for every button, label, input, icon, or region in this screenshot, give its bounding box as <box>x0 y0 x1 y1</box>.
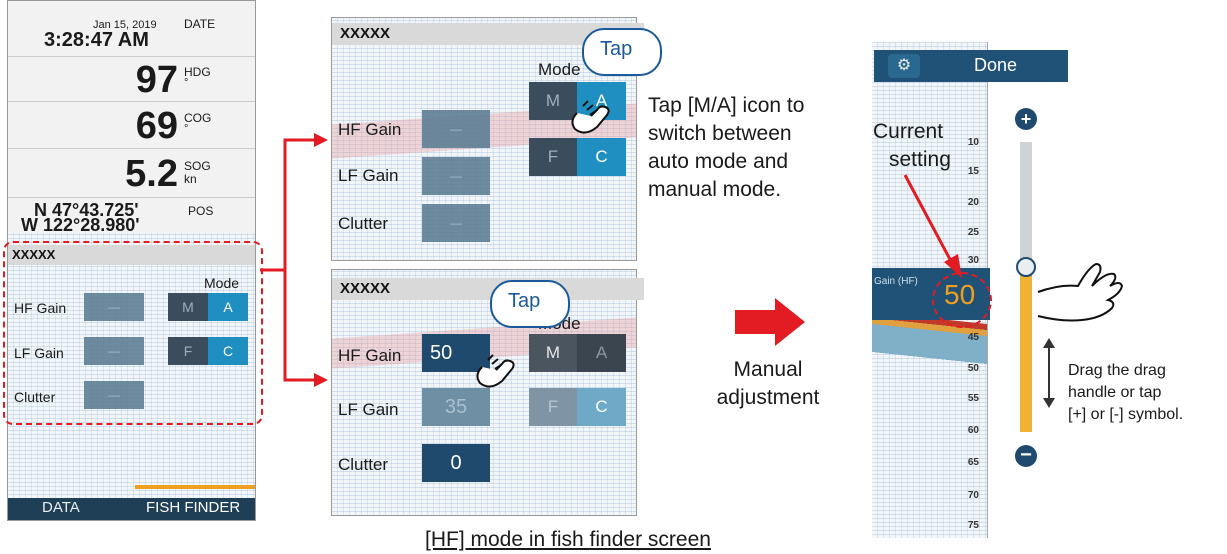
value-highlight-circle <box>932 272 992 328</box>
fixed-option: F <box>529 388 577 426</box>
popup-header: XXXXX <box>332 278 644 300</box>
hf-gain-label: HF Gain <box>338 120 402 139</box>
empty-value: — <box>450 216 462 230</box>
red-arrow-right <box>735 298 805 346</box>
manual-adjustment-label: Manual adjustment <box>693 356 843 412</box>
clutter-box[interactable]: — <box>422 204 490 242</box>
finger-icon <box>476 354 515 388</box>
fixed-option: F <box>529 138 577 176</box>
drag-instruction: Drag the drag handle or tap [+] or [-] s… <box>1068 360 1183 426</box>
label-line: Current <box>873 120 944 143</box>
custom-option: C <box>577 388 626 426</box>
sog-label: SOG <box>184 159 211 173</box>
tab-fish-finder[interactable]: FISH FINDER <box>146 499 240 516</box>
tab-data[interactable]: DATA <box>42 499 80 516</box>
bottom-panel: XXXXX Mode HF Gain 50 M A LF Gain 35 F C… <box>331 269 644 516</box>
pos-label: POS <box>188 204 214 218</box>
divider <box>8 56 255 57</box>
hdg-value: 97 <box>135 59 178 101</box>
instruction-line: manual mode. <box>648 178 782 201</box>
depth-tick: 55 <box>967 393 979 404</box>
tap-text: Tap <box>600 38 633 60</box>
depth-tick: 50 <box>967 363 979 374</box>
lf-gain-box[interactable]: — <box>422 157 490 195</box>
double-arrow <box>1043 338 1055 408</box>
instruction-line: Drag the drag <box>1068 362 1166 379</box>
depth-tick: 10 <box>967 137 979 148</box>
mode-label: Mode <box>538 60 581 79</box>
clutter-box[interactable]: 0 <box>422 444 490 482</box>
empty-value: — <box>450 169 462 183</box>
top-panel: XXXXX Mode HF Gain — M A LF Gain — F C C… <box>331 17 662 261</box>
auto-option: A <box>577 334 626 372</box>
drag-hand-icon <box>1037 262 1124 322</box>
sog-unit: kn <box>184 172 197 186</box>
date-label: DATE <box>184 17 216 31</box>
manual-option: M <box>529 334 577 372</box>
divider <box>8 148 255 149</box>
done-button[interactable]: Done <box>974 55 1017 76</box>
depth-tick: 70 <box>967 490 979 501</box>
red-pointer-arrow <box>903 174 962 278</box>
label-line: Manual <box>733 358 803 381</box>
degree-symbol: ° <box>184 123 189 135</box>
degree-symbol: ° <box>184 77 189 89</box>
hf-mode-toggle[interactable]: M A <box>529 334 626 372</box>
depth-tick: 45 <box>967 332 979 343</box>
depth-tick: 60 <box>967 425 979 436</box>
lf-mode-toggle[interactable]: F C <box>529 138 626 176</box>
lf-gain-label: LF Gain <box>338 400 399 419</box>
instruction-line: switch between <box>648 122 792 145</box>
caption: [HF] mode in fish finder screen <box>425 528 711 551</box>
settings-icon[interactable]: ⚙ <box>888 54 920 78</box>
bracket-arrows <box>260 133 328 387</box>
tab-indicator <box>135 485 255 489</box>
lf-mode-toggle[interactable]: F C <box>529 388 626 426</box>
popup-highlight <box>3 241 263 425</box>
plus-button[interactable]: + <box>1015 108 1037 130</box>
current-setting-label: Current setting <box>873 118 951 174</box>
clutter-label: Clutter <box>338 214 389 233</box>
instruction-line: Tap [M/A] icon to <box>648 94 805 117</box>
instruction-line: auto mode and <box>648 150 789 173</box>
instruction-line: handle or tap <box>1068 384 1162 401</box>
lf-gain-label: LF Gain <box>338 166 399 185</box>
clutter-label: Clutter <box>338 455 389 474</box>
divider <box>8 197 255 198</box>
finger-icon <box>571 100 610 134</box>
depth-tick: 65 <box>967 457 979 468</box>
label-line: adjustment <box>716 386 820 409</box>
minus-button[interactable]: − <box>1015 445 1037 467</box>
hf-gain-label: HF Gain <box>338 346 402 365</box>
tap-ma-instruction: Tap [M/A] icon to switch between auto mo… <box>648 92 804 204</box>
custom-option: C <box>577 138 626 176</box>
lf-gain-box[interactable]: 35 <box>422 388 490 426</box>
time-value: 3:28:47 AM <box>44 29 149 51</box>
instruction-line: [+] or [-] symbol. <box>1068 406 1184 423</box>
divider <box>8 101 255 102</box>
cog-value: 69 <box>135 105 178 147</box>
sog-value: 5.2 <box>125 153 178 195</box>
tap-text: Tap <box>508 290 541 312</box>
depth-tick: 75 <box>967 520 979 531</box>
